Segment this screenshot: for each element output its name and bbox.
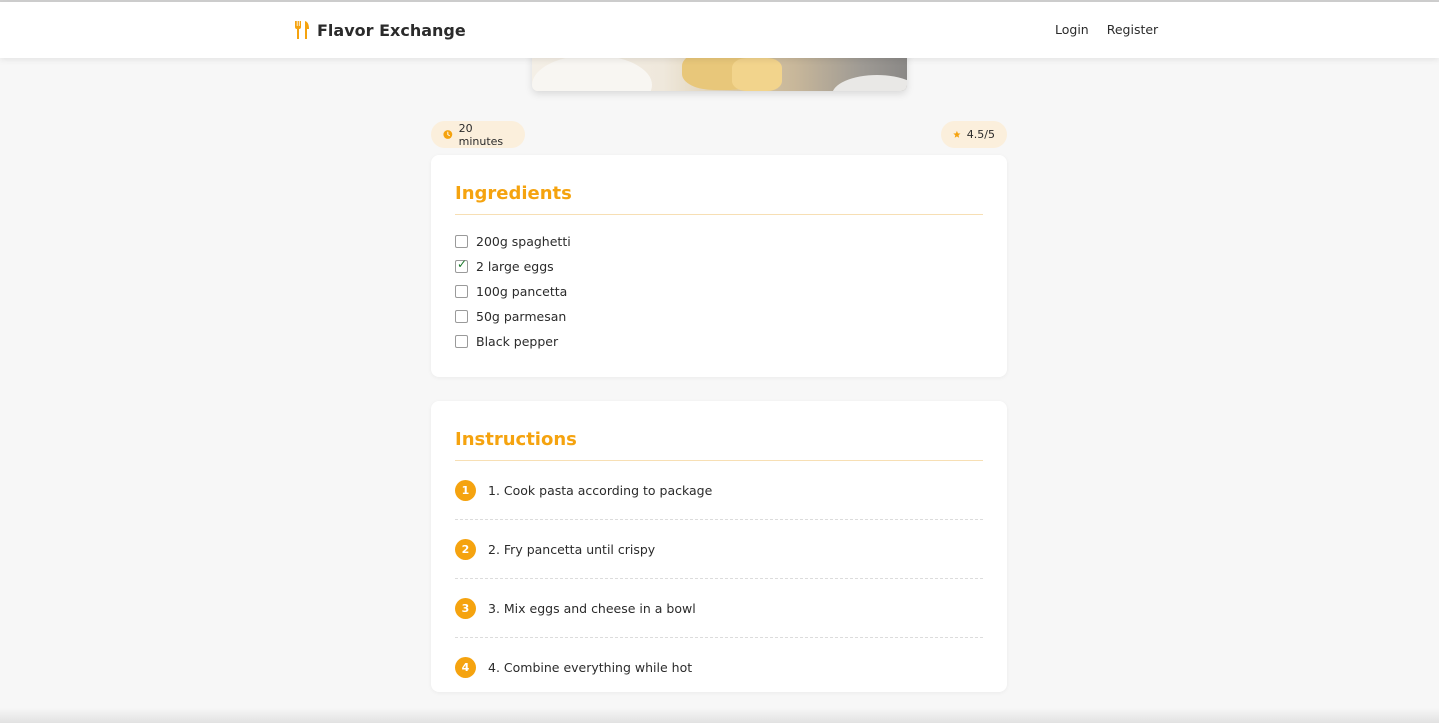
ingredients-title: Ingredients: [455, 155, 983, 215]
ingredient-item: 50g parmesan: [455, 304, 983, 329]
step-number: 2: [455, 538, 476, 560]
login-link[interactable]: Login: [1055, 22, 1089, 37]
cook-time-badge: 20 minutes: [431, 121, 525, 148]
rating-badge: 4.5/5: [941, 121, 1007, 148]
ingredient-label: 50g parmesan: [476, 309, 567, 324]
instruction-step: 4 4. Combine everything while hot: [455, 638, 983, 696]
ingredient-checkbox[interactable]: [455, 285, 468, 298]
star-icon: [953, 130, 961, 138]
step-text: 2. Fry pancetta until crispy: [488, 541, 656, 557]
instructions-card: Instructions 1 1. Cook pasta according t…: [431, 401, 1007, 692]
instruction-step: 3 3. Mix eggs and cheese in a bowl: [455, 579, 983, 638]
step-number: 4: [455, 656, 476, 678]
instruction-step: 2 2. Fry pancetta until crispy: [455, 520, 983, 579]
ingredient-label: 100g pancetta: [476, 284, 568, 299]
cook-time-label: 20 minutes: [458, 121, 504, 148]
step-text: 1. Cook pasta according to package: [488, 482, 713, 498]
step-number: 3: [455, 597, 476, 619]
ingredient-item: 200g spaghetti: [455, 229, 983, 254]
ingredient-label: 200g spaghetti: [476, 234, 571, 249]
brand-name: Flavor Exchange: [317, 20, 466, 40]
ingredient-label: Black pepper: [476, 334, 559, 349]
ingredient-item: 2 large eggs: [455, 254, 983, 279]
clock-icon: [443, 130, 453, 139]
instruction-step: 1 1. Cook pasta according to package: [455, 461, 983, 520]
ingredient-item: Black pepper: [455, 329, 983, 354]
navbar: Flavor Exchange Login Register: [0, 2, 1439, 58]
ingredient-checkbox[interactable]: [455, 310, 468, 323]
instructions-list: 1 1. Cook pasta according to package 2 2…: [455, 461, 983, 696]
instructions-title: Instructions: [455, 401, 983, 461]
nav-links: Login Register: [1055, 22, 1158, 37]
ingredient-checkbox[interactable]: [455, 257, 468, 273]
window-bottom-shade: [0, 708, 1439, 723]
rating-label: 4.5/5: [966, 128, 995, 141]
ingredients-list: 200g spaghetti 2 large eggs 100g pancett…: [455, 215, 983, 354]
step-text: 4. Combine everything while hot: [488, 659, 693, 675]
ingredient-item: 100g pancetta: [455, 279, 983, 304]
step-text: 3. Mix eggs and cheese in a bowl: [488, 600, 696, 616]
brand[interactable]: Flavor Exchange: [293, 20, 466, 40]
ingredients-card: Ingredients 200g spaghetti 2 large eggs …: [431, 155, 1007, 377]
step-number: 1: [455, 479, 476, 501]
ingredient-checkbox[interactable]: [455, 335, 468, 348]
utensils-icon: [295, 21, 309, 39]
ingredient-label: 2 large eggs: [476, 259, 554, 274]
register-link[interactable]: Register: [1107, 22, 1158, 37]
ingredient-checkbox[interactable]: [455, 235, 468, 248]
